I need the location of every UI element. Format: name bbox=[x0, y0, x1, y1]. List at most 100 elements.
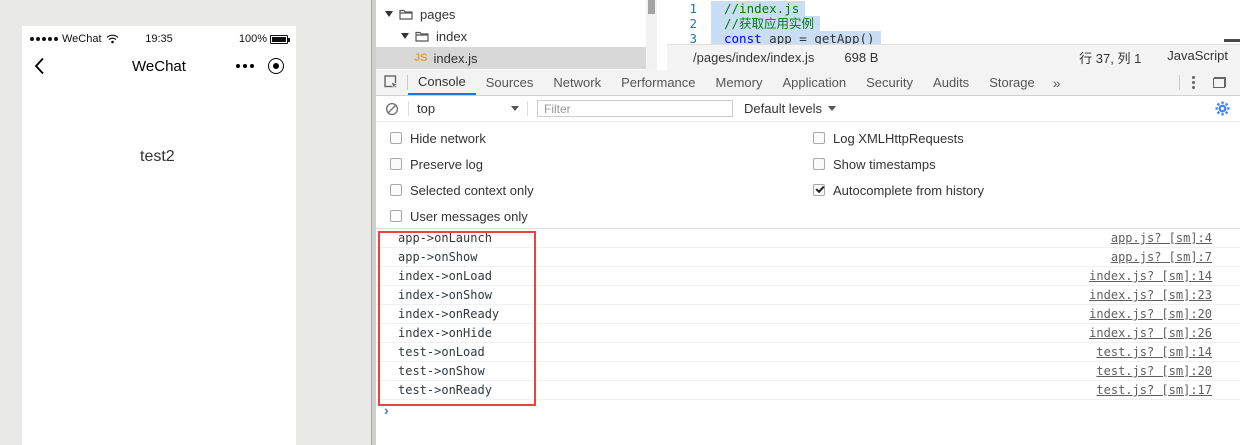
log-message: test->onShow bbox=[398, 364, 485, 378]
log-source-link[interactable]: test.js? [sm]:14 bbox=[1096, 345, 1212, 359]
log-source-link[interactable]: index.js? [sm]:14 bbox=[1089, 269, 1212, 283]
console-toolbar: top Default levels bbox=[376, 96, 1240, 122]
checkbox[interactable] bbox=[390, 210, 402, 222]
devtools-panel: pages index JS index.js 1//index.js 2//获… bbox=[376, 0, 1240, 445]
context-selector[interactable]: top bbox=[409, 101, 527, 116]
code-line: 3 const app = getApp() bbox=[667, 31, 1240, 44]
checkbox[interactable] bbox=[813, 132, 825, 144]
chevron-down-icon[interactable] bbox=[401, 33, 409, 39]
line-number: 3 bbox=[689, 31, 697, 44]
tree-item-pages[interactable]: pages bbox=[376, 3, 656, 25]
console-log-row: app->onShow app.js? [sm]:7 bbox=[376, 248, 1240, 267]
chevron-down-icon bbox=[828, 106, 837, 111]
console-log-row: test->onLoad test.js? [sm]:14 bbox=[376, 343, 1240, 362]
line-number: 1 bbox=[689, 1, 697, 16]
checkbox-label: User messages only bbox=[410, 208, 528, 224]
console-prompt[interactable]: › bbox=[376, 400, 1240, 420]
log-source-link[interactable]: index.js? [sm]:26 bbox=[1089, 326, 1212, 340]
checkbox[interactable] bbox=[390, 184, 402, 196]
checkbox-label: Preserve log bbox=[410, 156, 483, 172]
more-tabs-chevron[interactable]: » bbox=[1045, 70, 1069, 95]
checkbox-label: Selected context only bbox=[410, 182, 534, 198]
tree-scrollbar[interactable] bbox=[646, 0, 657, 70]
inspect-element-icon[interactable] bbox=[376, 70, 407, 95]
editor-scrollbar-thumb[interactable] bbox=[1224, 39, 1240, 42]
battery-percent-label: 100% bbox=[238, 33, 267, 45]
log-source-link[interactable]: app.js? [sm]:7 bbox=[1111, 250, 1212, 264]
console-log-row: test->onShow test.js? [sm]:20 bbox=[376, 362, 1240, 381]
tree-item-index[interactable]: index bbox=[376, 25, 656, 47]
chevron-down-icon[interactable] bbox=[385, 11, 393, 17]
console-settings-panel: Hide network Preserve log Selected conte… bbox=[376, 122, 1240, 229]
settings-checkbox-row[interactable]: Preserve log bbox=[390, 151, 813, 177]
file-path-label: /pages/index/index.js bbox=[693, 50, 815, 65]
folder-icon bbox=[415, 30, 430, 42]
log-message: index->onHide bbox=[398, 326, 492, 340]
checkbox[interactable] bbox=[813, 158, 825, 170]
phone-simulator: WeChat 19:35 100% WeChat test2 bbox=[22, 26, 296, 445]
log-source-link[interactable]: test.js? [sm]:20 bbox=[1096, 364, 1212, 378]
tree-item-label: pages bbox=[420, 6, 456, 22]
phone-nav-bar: WeChat bbox=[22, 50, 296, 82]
settings-checkbox-row[interactable]: Hide network bbox=[390, 125, 813, 151]
checkbox-label: Hide network bbox=[410, 130, 486, 146]
code-editor[interactable]: 1//index.js 2//获取应用实例 3 const app = getAp… bbox=[667, 0, 1240, 70]
devtools-tab[interactable]: Application bbox=[772, 70, 856, 95]
prompt-chevron-icon: › bbox=[384, 402, 389, 418]
log-levels-dropdown[interactable]: Default levels bbox=[744, 101, 837, 116]
tree-item-index-js[interactable]: JS index.js bbox=[376, 47, 656, 69]
console-log-row: index->onShow index.js? [sm]:23 bbox=[376, 286, 1240, 305]
devtools-tab[interactable]: Sources bbox=[476, 70, 544, 95]
console-log-row: app->onLaunch app.js? [sm]:4 bbox=[376, 229, 1240, 248]
log-message: test->onLoad bbox=[398, 345, 485, 359]
checkbox-label: Autocomplete from history bbox=[833, 182, 985, 198]
dock-side-icon[interactable] bbox=[1213, 77, 1226, 88]
log-message: app->onLaunch bbox=[398, 231, 492, 245]
settings-checkbox-row[interactable]: Log XMLHttpRequests bbox=[813, 125, 1236, 151]
devtools-tab[interactable]: Memory bbox=[706, 70, 773, 95]
folder-icon bbox=[399, 8, 414, 20]
settings-checkbox-row[interactable]: User messages only bbox=[390, 203, 813, 229]
log-message: test->onReady bbox=[398, 383, 492, 397]
kebab-menu-icon[interactable] bbox=[1184, 76, 1203, 89]
code-line: 1//index.js bbox=[667, 1, 1240, 16]
exit-miniprogram-icon[interactable] bbox=[268, 58, 284, 74]
language-label: JavaScript bbox=[1167, 48, 1228, 63]
console-log-row: index->onHide index.js? [sm]:26 bbox=[376, 324, 1240, 343]
scrollbar-thumb[interactable] bbox=[648, 0, 655, 14]
clear-console-icon[interactable] bbox=[376, 102, 408, 116]
checkbox[interactable] bbox=[813, 184, 825, 196]
devtools-tab[interactable]: Console bbox=[408, 70, 476, 95]
settings-checkbox-row[interactable]: Show timestamps bbox=[813, 151, 1236, 177]
log-source-link[interactable]: index.js? [sm]:20 bbox=[1089, 307, 1212, 321]
battery-icon bbox=[270, 34, 290, 44]
context-selector-value: top bbox=[417, 101, 436, 116]
devtools-tabbar: Console Sources Network Performance Memo… bbox=[376, 70, 1240, 96]
log-message: index->onReady bbox=[398, 307, 500, 321]
cursor-position-label: 行 37, 列 1 bbox=[1079, 51, 1142, 66]
log-source-link[interactable]: test.js? [sm]:17 bbox=[1096, 383, 1212, 397]
devtools-tab[interactable]: Audits bbox=[923, 70, 979, 95]
settings-checkbox-row[interactable]: Autocomplete from history bbox=[813, 177, 1236, 203]
miniprogram-page-text: test2 bbox=[140, 148, 175, 165]
checkbox-label: Log XMLHttpRequests bbox=[833, 130, 964, 146]
devtools-tab[interactable]: Security bbox=[856, 70, 923, 95]
console-log-row: test->onReady test.js? [sm]:17 bbox=[376, 381, 1240, 400]
console-settings-icon[interactable] bbox=[1215, 101, 1240, 116]
checkbox[interactable] bbox=[390, 132, 402, 144]
log-message: index->onShow bbox=[398, 288, 492, 302]
log-source-link[interactable]: index.js? [sm]:23 bbox=[1089, 288, 1212, 302]
more-menu-icon[interactable] bbox=[236, 64, 254, 68]
settings-checkbox-row[interactable]: Selected context only bbox=[390, 177, 813, 203]
code-area[interactable]: 1//index.js 2//获取应用实例 3 const app = getAp… bbox=[667, 0, 1240, 44]
filter-input[interactable] bbox=[537, 100, 733, 117]
console-log-row: index->onReady index.js? [sm]:20 bbox=[376, 305, 1240, 324]
checkbox[interactable] bbox=[390, 158, 402, 170]
devtools-tab[interactable]: Performance bbox=[611, 70, 705, 95]
devtools-tab[interactable]: Network bbox=[543, 70, 611, 95]
checkbox-label: Show timestamps bbox=[833, 156, 936, 172]
editor-status-bar: /pages/index/index.js 698 B 行 37, 列 1 Ja… bbox=[667, 44, 1240, 70]
chevron-down-icon bbox=[511, 106, 519, 111]
log-source-link[interactable]: app.js? [sm]:4 bbox=[1111, 231, 1212, 245]
devtools-tab[interactable]: Storage bbox=[979, 70, 1045, 95]
